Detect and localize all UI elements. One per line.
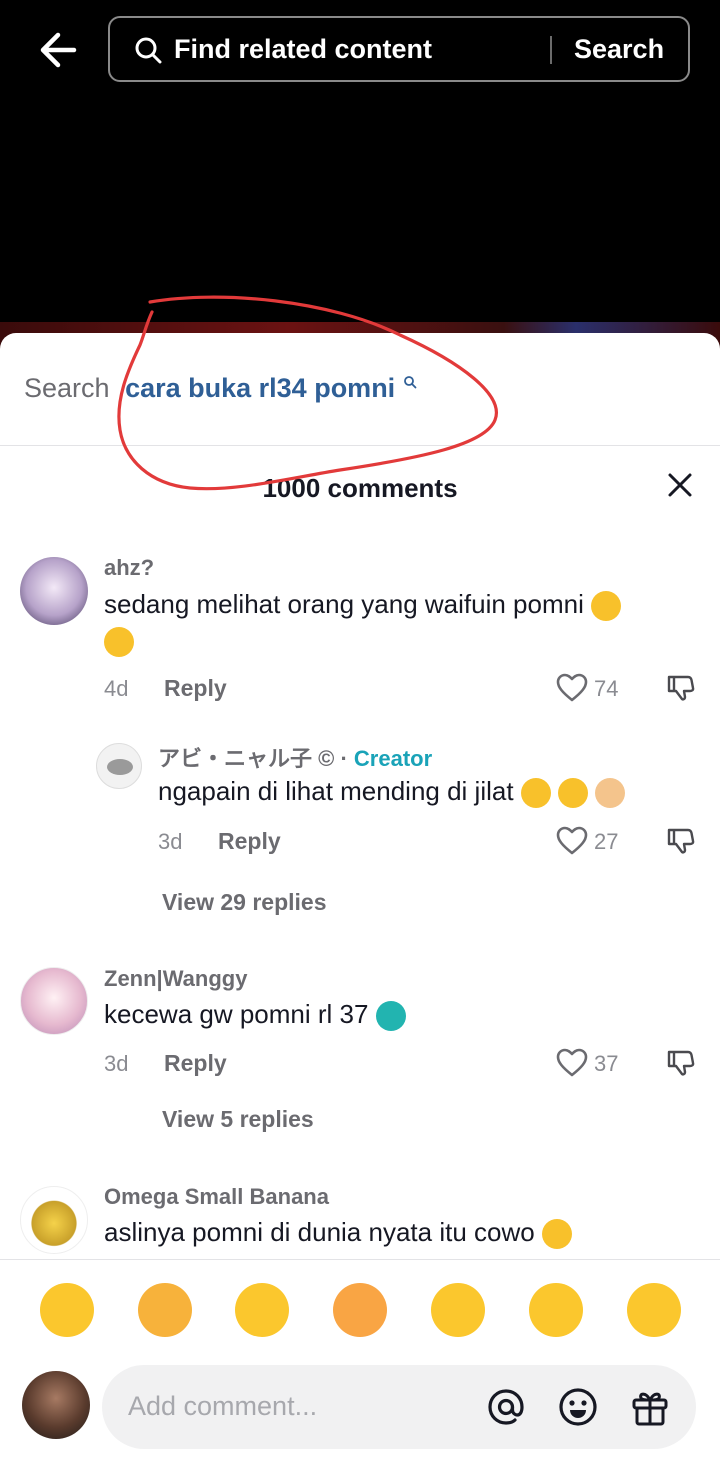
top-bar: Find related content Search — [0, 0, 720, 100]
search-placeholder: Find related content — [174, 34, 433, 64]
comment-count: 1000 comments — [262, 473, 458, 503]
reply-username[interactable]: アビ・ニャル子 ©︎ — [158, 746, 334, 771]
reply-button[interactable]: Reply — [164, 675, 227, 702]
gift-icon[interactable] — [628, 1385, 672, 1429]
divider — [0, 445, 720, 446]
like-count: 74 — [594, 676, 619, 701]
sweat-smile-emoji-icon[interactable] — [529, 1283, 583, 1337]
comment-input[interactable]: Add comment... — [102, 1365, 696, 1449]
comment-text-body: kecewa gw pomni rl 37 — [104, 999, 369, 1029]
smiling-hearts-emoji-icon[interactable] — [138, 1283, 192, 1337]
comment-text-body: aslinya pomni di dunia nyata itu cowo — [104, 1217, 535, 1247]
comment-text-body: sedang melihat orang yang waifuin pomni — [104, 589, 584, 619]
search-divider — [550, 36, 552, 64]
emoji-picker-icon[interactable] — [556, 1385, 600, 1429]
view-replies-button[interactable]: View 5 replies — [162, 1106, 314, 1133]
current-user-avatar[interactable] — [22, 1371, 90, 1439]
heart-icon[interactable] — [556, 1048, 588, 1078]
like-count: 27 — [594, 829, 619, 854]
comment-text: aslinya pomni di dunia nyata itu cowo — [104, 1214, 694, 1258]
like-count: 37 — [594, 1051, 619, 1076]
avatar[interactable] — [96, 743, 142, 789]
reply-username-line: アビ・ニャル子 ©︎ · Creator — [158, 741, 432, 773]
back-arrow-icon[interactable] — [34, 26, 82, 74]
search-small-icon — [403, 376, 417, 389]
reply-button[interactable]: Reply — [164, 1050, 227, 1077]
smirk-emoji-icon[interactable] — [431, 1283, 485, 1337]
dislike-icon[interactable] — [666, 673, 696, 703]
laughing-emoji-icon — [591, 591, 622, 622]
flushed-emoji-icon[interactable] — [333, 1283, 387, 1337]
avatar[interactable] — [20, 1186, 88, 1254]
yum-emoji-icon — [520, 778, 551, 809]
comment-username[interactable]: Zenn|Wanggy — [104, 966, 247, 992]
view-replies-button[interactable]: View 29 replies — [162, 889, 327, 916]
comment-username[interactable]: ahz? — [104, 555, 154, 581]
comment-age: 4d — [104, 676, 129, 701]
dislike-icon[interactable] — [666, 1048, 696, 1078]
dislike-icon[interactable] — [666, 826, 696, 856]
comment-sheet: Search cara buka rl34 pomni 1000 comment… — [0, 333, 720, 1463]
heart-icon[interactable] — [556, 826, 588, 856]
comment-text: kecewa gw pomni rl 37 — [104, 996, 694, 1032]
reply-text: ngapain di lihat mending di jilat — [158, 773, 698, 809]
sweat-emoji-icon — [375, 1001, 406, 1032]
comment-input-placeholder: Add comment... — [128, 1391, 318, 1421]
close-icon[interactable] — [664, 469, 696, 501]
pleading-emoji-icon[interactable] — [627, 1283, 681, 1337]
mention-icon[interactable] — [484, 1385, 528, 1429]
avatar[interactable] — [20, 557, 88, 625]
search-button[interactable]: Search — [574, 34, 664, 65]
joy-emoji-icon[interactable] — [235, 1283, 289, 1337]
comment-age: 3d — [104, 1051, 129, 1076]
search-icon — [135, 37, 162, 64]
related-search-query[interactable]: cara buka rl34 pomni — [125, 373, 395, 403]
emoji-quick-bar — [0, 1283, 720, 1343]
grin-emoji-icon[interactable] — [40, 1283, 94, 1337]
folded-hands-emoji-icon — [595, 778, 626, 809]
grin-emoji-icon — [558, 778, 589, 809]
search-bar[interactable]: Find related content Search — [108, 16, 690, 82]
divider — [0, 1259, 720, 1260]
related-search[interactable]: Search cara buka rl34 pomni — [24, 373, 417, 404]
related-search-label: Search — [24, 373, 110, 403]
reply-age: 3d — [158, 829, 183, 854]
heart-icon[interactable] — [556, 673, 588, 703]
comment-text: sedang melihat orang yang waifuin pomni — [104, 586, 694, 658]
reply-text-body: ngapain di lihat mending di jilat — [158, 776, 514, 806]
grin-emoji-icon — [541, 1219, 572, 1250]
creator-badge: Creator — [353, 746, 433, 771]
separator-dot: · — [340, 746, 348, 771]
comment-username[interactable]: Omega Small Banana — [104, 1184, 329, 1210]
avatar[interactable] — [20, 967, 88, 1035]
laughing-emoji-icon — [104, 627, 134, 658]
reply-button[interactable]: Reply — [218, 828, 281, 855]
